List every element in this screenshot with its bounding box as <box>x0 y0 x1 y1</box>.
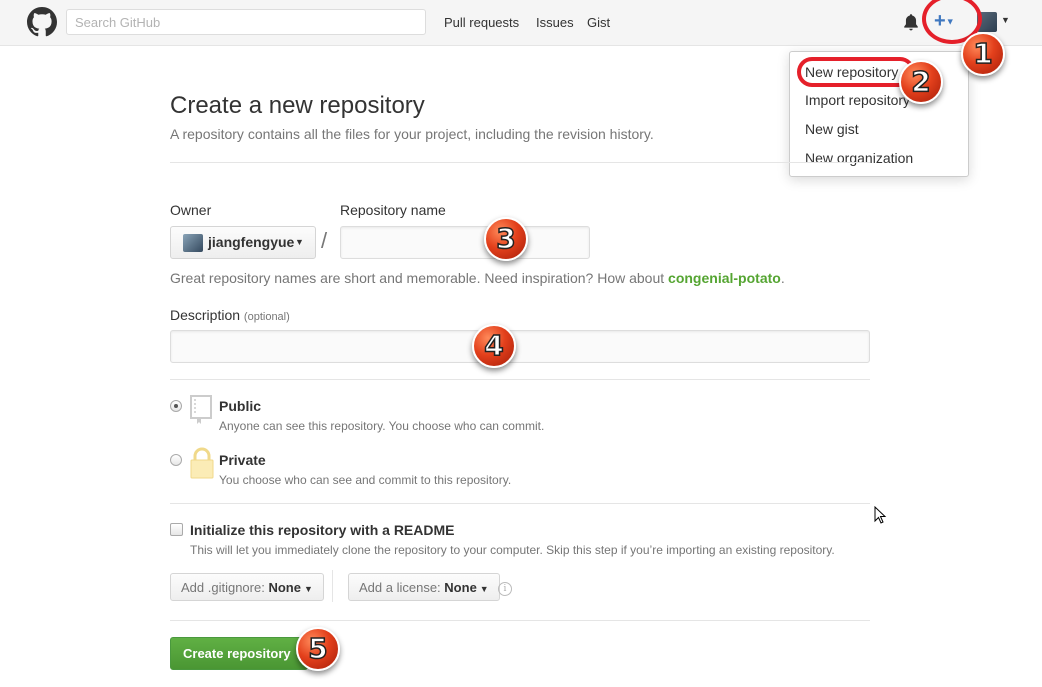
lock-icon <box>190 447 214 479</box>
caret-down-icon: ▼ <box>295 237 304 247</box>
divider <box>170 162 870 163</box>
avatar <box>183 234 203 252</box>
repo-name-label: Repository name <box>340 202 446 218</box>
annotation-ring-new-repo <box>797 57 915 87</box>
step-number: 1 <box>972 37 993 70</box>
info-icon[interactable]: i <box>498 582 512 596</box>
user-menu-button[interactable]: ▼ <box>977 11 1013 33</box>
bell-icon[interactable] <box>903 13 919 31</box>
divider <box>332 570 333 602</box>
nav-pull-requests[interactable]: Pull requests <box>444 15 519 30</box>
step-number: 3 <box>495 222 516 255</box>
page-subtitle: A repository contains all the files for … <box>170 126 654 142</box>
name-suggestion-link[interactable]: congenial-potato <box>668 270 781 286</box>
gitignore-value: None <box>268 580 301 595</box>
license-label: Add a license: <box>359 580 441 595</box>
gitignore-select[interactable]: Add .gitignore: None ▼ <box>170 573 324 601</box>
description-input[interactable] <box>170 330 870 363</box>
repo-name-hint: Great repository names are short and mem… <box>170 270 785 286</box>
visibility-private-radio[interactable] <box>170 454 182 466</box>
public-title: Public <box>219 398 262 414</box>
step-number: 2 <box>910 65 931 98</box>
nav-gist[interactable]: Gist <box>587 15 610 30</box>
owner-name: jiangfengyue <box>208 234 295 250</box>
step-badge-5: 5 <box>296 627 340 671</box>
step-badge-2: 2 <box>899 60 943 104</box>
description-label-text: Description <box>170 307 241 323</box>
step-badge-3: 3 <box>484 217 528 261</box>
owner-label: Owner <box>170 202 212 218</box>
caret-down-icon: ▼ <box>1001 15 1010 25</box>
step-number: 5 <box>307 632 328 665</box>
readme-description: This will let you immediately clone the … <box>190 543 835 557</box>
divider <box>170 620 870 621</box>
menu-item-new-gist[interactable]: New gist <box>805 121 859 137</box>
caret-down-icon: ▼ <box>479 584 489 594</box>
description-label: Description (optional) <box>170 307 290 323</box>
owner-select[interactable]: jiangfengyue ▼ <box>170 226 316 259</box>
menu-item-import-repository[interactable]: Import repository <box>805 92 910 108</box>
create-repository-button[interactable]: Create repository <box>170 637 308 670</box>
divider <box>170 379 870 380</box>
readme-checkbox[interactable] <box>170 523 183 536</box>
caret-down-icon: ▼ <box>303 584 313 594</box>
gitignore-label: Add .gitignore: <box>181 580 265 595</box>
owner-repo-separator: / <box>321 228 328 253</box>
license-select[interactable]: Add a license: None ▼ <box>348 573 500 601</box>
repo-name-input[interactable] <box>340 226 590 259</box>
page-title: Create a new repository <box>170 92 425 119</box>
repo-book-icon <box>190 395 212 424</box>
step-badge-4: 4 <box>472 324 516 368</box>
nav-issues[interactable]: Issues <box>536 15 574 30</box>
github-logo-icon[interactable] <box>27 7 57 37</box>
search-input[interactable] <box>66 9 426 35</box>
private-title: Private <box>219 452 266 468</box>
private-description: You choose who can see and commit to thi… <box>219 473 512 487</box>
hint-text: Great repository names are short and mem… <box>170 270 669 286</box>
mouse-cursor-icon <box>874 506 887 524</box>
license-value: None <box>444 580 477 595</box>
divider <box>170 503 870 504</box>
site-header: Pull requests Issues Gist +▼ ▼ <box>0 0 1042 46</box>
hint-suffix: . <box>780 270 785 286</box>
public-description: Anyone can see this repository. You choo… <box>219 419 545 433</box>
step-number: 4 <box>483 329 504 362</box>
readme-label[interactable]: Initialize this repository with a README <box>190 522 454 538</box>
visibility-public-radio[interactable] <box>170 400 182 412</box>
optional-tag: (optional) <box>243 311 290 323</box>
menu-item-new-organization[interactable]: New organization <box>805 150 913 166</box>
step-badge-1: 1 <box>961 32 1005 76</box>
